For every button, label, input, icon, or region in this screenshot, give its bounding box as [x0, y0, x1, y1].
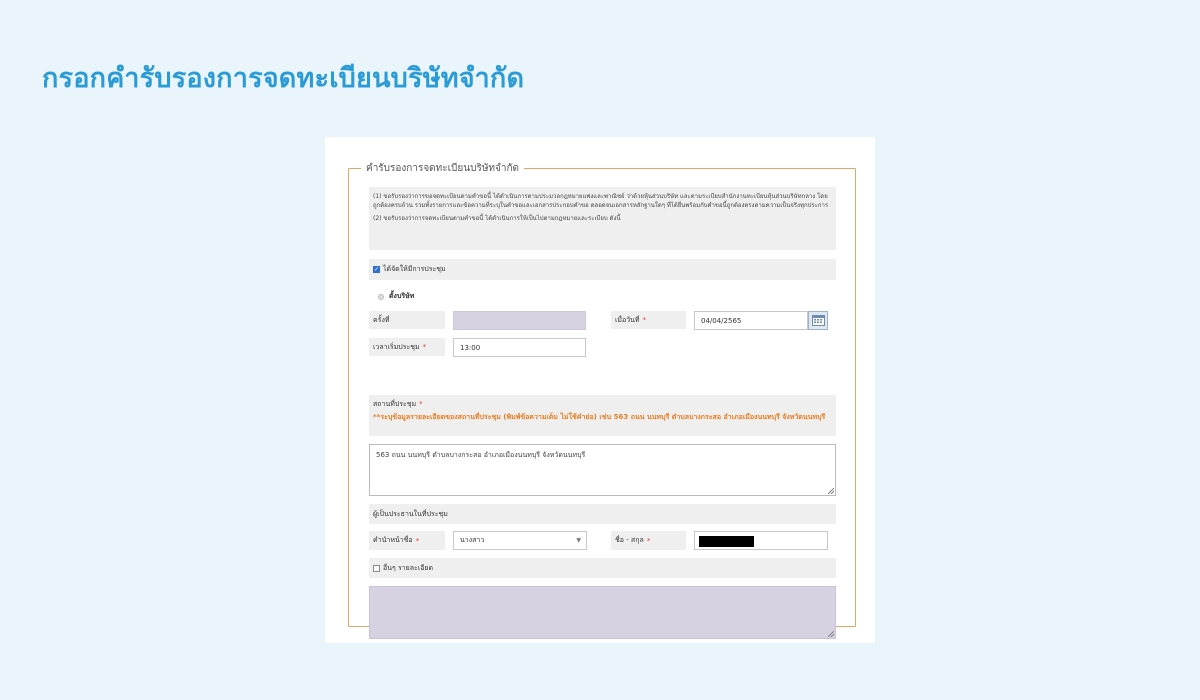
prefix-label: คำนำหน้าชื่อ *	[369, 531, 445, 550]
name-input[interactable]	[694, 531, 828, 550]
calendar-icon	[811, 311, 825, 330]
place-label-box: สถานที่ประชุม * **ระบุข้อมูลรายละเอียดของ…	[369, 395, 836, 436]
company-setup-radio[interactable]	[378, 293, 384, 300]
terms-paragraph-1: (1) ขอรับรองว่าการขอจดทะเบียนตามคำขอนี้ …	[373, 193, 829, 209]
meeting-checkbox-label: ได้จัดให้มีการประชุม	[383, 265, 446, 273]
chevron-down-icon: ▼	[576, 537, 581, 544]
session-input[interactable]	[453, 311, 586, 330]
place-hint: **ระบุข้อมูลรายละเอียดของสถานที่ประชุม (…	[373, 413, 826, 421]
other-checkbox-row[interactable]: อื่นๆ รายละเอียด	[369, 558, 836, 578]
date-label: เมื่อวันที่ *	[611, 311, 686, 329]
form-card: คำรับรองการจดทะเบียนบริษัทจำกัด (1) ขอรั…	[325, 137, 875, 643]
other-checkbox[interactable]	[373, 564, 380, 572]
other-checkbox-label: อื่นๆ รายละเอียด	[383, 563, 434, 572]
fieldset-legend: คำรับรองการจดทะเบียนบริษัทจำกัด	[361, 161, 525, 176]
resize-handle-icon[interactable]	[828, 631, 834, 637]
page-title: กรอกคำรับรองการจดทะเบียนบริษัทจำกัด	[42, 63, 525, 94]
time-label: เวลาเริ่มประชุม *	[369, 338, 445, 356]
session-label: ครั้งที่	[369, 311, 445, 329]
place-label: สถานที่ประชุม *	[373, 400, 423, 408]
redacted-name	[699, 536, 754, 547]
company-setup-radio-row[interactable]: ตั้งบริษัท	[378, 291, 414, 302]
meeting-checkbox[interactable]	[373, 266, 380, 273]
company-setup-radio-label: ตั้งบริษัท	[389, 292, 415, 300]
date-input[interactable]: 04/04/2565	[694, 311, 808, 330]
name-label: ชื่อ - สกุล *	[611, 531, 686, 550]
terms-box: (1) ขอรับรองว่าการขอจดทะเบียนตามคำขอนี้ …	[369, 187, 836, 250]
place-textarea[interactable]: 563 ถนน นนทบุรี ตำบลบางกระสอ อำเภอเมืองน…	[369, 444, 836, 496]
other-textarea[interactable]	[369, 586, 836, 639]
calendar-button[interactable]	[808, 311, 828, 330]
resize-handle-icon[interactable]	[828, 488, 834, 494]
time-input[interactable]: 13:00	[453, 338, 586, 357]
prefix-select[interactable]: นางสาว ▼	[453, 531, 587, 550]
terms-paragraph-2: (2) ขอรับรองว่าการจดทะเบียนตามคำขอนี้ ได…	[373, 215, 621, 222]
certification-fieldset: คำรับรองการจดทะเบียนบริษัทจำกัด (1) ขอรั…	[348, 161, 856, 639]
meeting-checkbox-row[interactable]: ได้จัดให้มีการประชุม	[369, 259, 836, 280]
place-text: 563 ถนน นนทบุรี ตำบลบางกระสอ อำเภอเมืองน…	[376, 451, 586, 459]
chair-section-label: ผู้เป็นประธานในที่ประชุม	[369, 504, 836, 524]
